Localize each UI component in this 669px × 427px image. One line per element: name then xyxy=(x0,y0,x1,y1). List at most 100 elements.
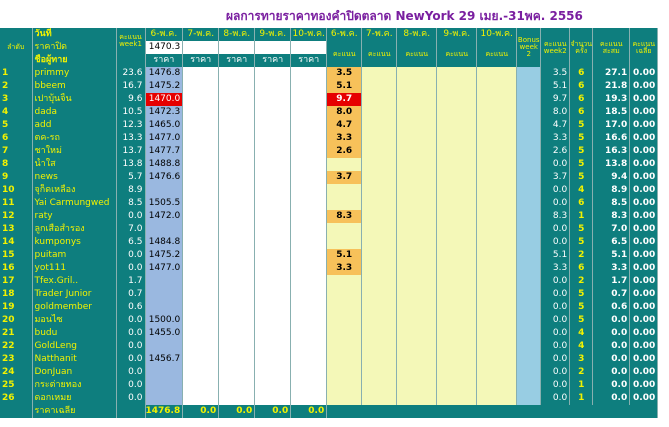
price-cell xyxy=(290,145,328,158)
header-date-4: 9-พ.ค. xyxy=(254,28,292,41)
rank-cell: 6 xyxy=(0,132,33,145)
table-row: 3 เปาบุ้นจิ้น 9.6 1470.0 9.7 9.7 6 19.3 0.00 xyxy=(0,93,659,106)
score-cell xyxy=(396,366,438,379)
total-score-cell: 17.0 xyxy=(592,119,631,132)
table-row: 20 มอนไซ 0.0 1500.0 0.0 5 0.0 0.00 xyxy=(0,314,659,327)
week2-score-cell: 5.1 xyxy=(540,80,571,93)
table-row: 24 DonJuan 0.0 0.0 2 0.0 0.00 xyxy=(0,366,659,379)
total-score-cell: 9.4 xyxy=(592,171,631,184)
rank-cell: 26 xyxy=(0,392,33,405)
header-rank: ลำดับ xyxy=(0,41,33,54)
name-cell: kumponys xyxy=(32,236,117,249)
header-day-label: วันที่ xyxy=(32,28,117,41)
rank-cell: 17 xyxy=(0,275,33,288)
rank-cell: 23 xyxy=(0,353,33,366)
rank-cell: 16 xyxy=(0,262,33,275)
header-score-week1: คะแนน week1 xyxy=(116,28,146,54)
score-cell xyxy=(396,80,438,93)
bonus-cell xyxy=(516,223,542,236)
total-score-cell: 0.7 xyxy=(592,288,631,301)
total-score-cell: 0.0 xyxy=(592,327,631,340)
score-cell: 3.7 xyxy=(326,171,363,184)
count-cell: 2 xyxy=(569,249,594,262)
rank-cell: 9 xyxy=(0,171,33,184)
score-cell xyxy=(476,288,518,301)
score-cell xyxy=(476,184,518,197)
score-cell xyxy=(436,132,478,145)
score-cell xyxy=(476,119,518,132)
price-cell xyxy=(290,275,328,288)
bonus-cell xyxy=(516,80,542,93)
count-cell: 6 xyxy=(569,262,594,275)
week2-score-cell: 0.0 xyxy=(540,236,571,249)
week1-score-cell: 6.5 xyxy=(116,236,146,249)
score-cell xyxy=(326,184,363,197)
price-cell xyxy=(254,223,292,236)
footer-avg-1: 1476.8 xyxy=(145,405,184,418)
price-cell xyxy=(218,93,256,106)
price-cell xyxy=(290,171,328,184)
price-cell xyxy=(182,327,220,340)
table-row: 14 kumponys 6.5 1484.8 0.0 5 6.5 0.00 xyxy=(0,236,659,249)
price-cell xyxy=(218,171,256,184)
table-row: 25 กระต่ายทอง 0.0 0.0 1 0.0 0.00 xyxy=(0,379,659,392)
bonus-cell xyxy=(516,353,542,366)
score-cell: 8.0 xyxy=(326,106,363,119)
bonus-cell xyxy=(516,392,542,405)
total-score-cell: 16.3 xyxy=(592,145,631,158)
count-cell: 5 xyxy=(569,236,594,249)
week2-score-cell: 0.0 xyxy=(540,223,571,236)
count-cell: 1 xyxy=(569,379,594,392)
score-cell xyxy=(361,340,398,353)
header-price-5: ราคา xyxy=(290,54,328,67)
score-cell xyxy=(476,379,518,392)
total-score-cell: 0.0 xyxy=(592,392,631,405)
average-score-cell: 0.00 xyxy=(629,119,659,132)
price-cell xyxy=(290,288,328,301)
price-cell xyxy=(254,158,292,171)
price-cell xyxy=(182,67,220,80)
name-cell: GoldLeng xyxy=(32,340,117,353)
price-cell: 1476.8 xyxy=(145,67,184,80)
score-cell xyxy=(436,80,478,93)
count-cell: 5 xyxy=(569,158,594,171)
score-cell xyxy=(436,353,478,366)
score-cell xyxy=(476,132,518,145)
week1-score-cell: 0.0 xyxy=(116,392,146,405)
score-cell xyxy=(396,340,438,353)
count-cell: 6 xyxy=(569,93,594,106)
price-cell xyxy=(254,184,292,197)
score-cell: 2.6 xyxy=(326,145,363,158)
price-cell xyxy=(182,288,220,301)
score-cell xyxy=(361,392,398,405)
total-score-cell: 0.0 xyxy=(592,353,631,366)
name-cell: มอนไซ xyxy=(32,314,117,327)
price-cell: 1470.0 xyxy=(145,93,184,106)
price-cell xyxy=(254,340,292,353)
bonus-cell xyxy=(516,119,542,132)
price-cell xyxy=(254,379,292,392)
score-cell xyxy=(476,327,518,340)
score-cell xyxy=(396,236,438,249)
score-cell xyxy=(326,392,363,405)
score-cell xyxy=(476,210,518,223)
price-cell: 1455.0 xyxy=(145,327,184,340)
score-cell xyxy=(396,210,438,223)
average-score-cell: 0.00 xyxy=(629,197,659,210)
average-score-cell: 0.00 xyxy=(629,249,659,262)
table-row: 13 ลูกเสือสำรอง 7.0 0.0 5 7.0 0.00 xyxy=(0,223,659,236)
table-row: 5 add 12.3 1465.0 4.7 4.7 5 17.0 0.00 xyxy=(0,119,659,132)
week2-score-cell: 3.3 xyxy=(540,132,571,145)
header-close-value: 1470.3 xyxy=(145,41,184,54)
week1-score-cell: 0.0 xyxy=(116,366,146,379)
price-cell xyxy=(290,353,328,366)
price-cell xyxy=(290,366,328,379)
rank-cell: 20 xyxy=(0,314,33,327)
bonus-cell xyxy=(516,158,542,171)
average-score-cell: 0.00 xyxy=(629,145,659,158)
price-cell: 1477.7 xyxy=(145,145,184,158)
count-cell: 6 xyxy=(569,197,594,210)
score-cell xyxy=(436,223,478,236)
count-cell: 6 xyxy=(569,80,594,93)
rank-cell: 12 xyxy=(0,210,33,223)
